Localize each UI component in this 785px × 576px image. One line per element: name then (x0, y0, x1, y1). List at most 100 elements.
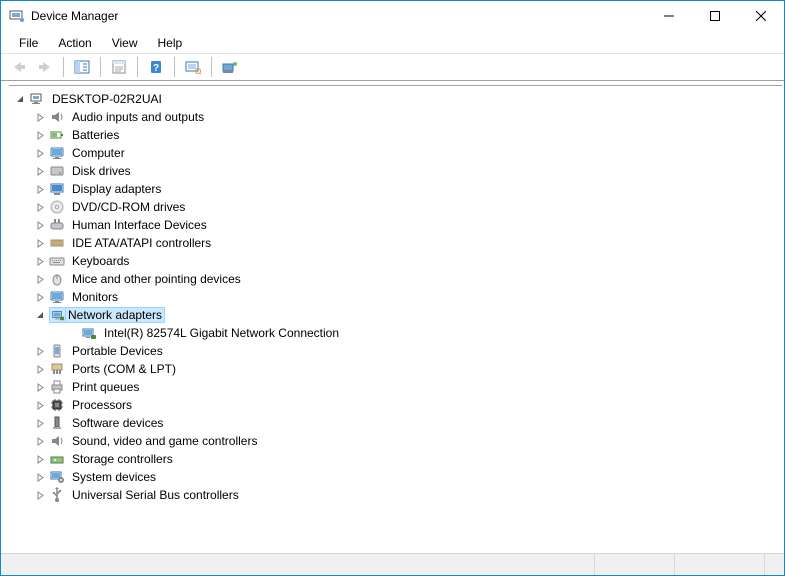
toolbar-properties-button[interactable] (107, 56, 131, 78)
tree-item[interactable]: Network adapters (9, 306, 782, 324)
toolbar-help-button[interactable]: ? (144, 56, 168, 78)
tree-item[interactable]: Processors (9, 396, 782, 414)
expand-icon[interactable] (33, 452, 47, 466)
tree-item-label: System devices (69, 469, 159, 485)
tree-item[interactable]: Print queues (9, 378, 782, 396)
tree-item[interactable]: Mice and other pointing devices (9, 270, 782, 288)
toolbar-forward-button[interactable] (33, 56, 57, 78)
menubar: File Action View Help (1, 31, 784, 53)
tree-item[interactable]: Display adapters (9, 180, 782, 198)
tree-item[interactable]: System devices (9, 468, 782, 486)
usb-icon (49, 487, 65, 503)
toolbar-separator (137, 57, 138, 77)
svg-text:?: ? (153, 63, 159, 74)
status-cell (764, 554, 784, 575)
menu-file[interactable]: File (11, 34, 46, 52)
expand-icon[interactable] (33, 290, 47, 304)
tree-item[interactable]: Portable Devices (9, 342, 782, 360)
expand-icon[interactable] (33, 380, 47, 394)
tree-item-label: Processors (69, 397, 135, 413)
tree-item-label: Print queues (69, 379, 142, 395)
tree-item-label: DVD/CD-ROM drives (69, 199, 188, 215)
expand-icon[interactable] (33, 362, 47, 376)
toolbar-separator (174, 57, 175, 77)
tree-item[interactable]: DVD/CD-ROM drives (9, 198, 782, 216)
menu-help[interactable]: Help (150, 34, 191, 52)
expand-icon[interactable] (33, 344, 47, 358)
expand-icon[interactable] (33, 200, 47, 214)
toolbar: ? (1, 53, 784, 81)
expand-icon[interactable] (33, 470, 47, 484)
status-cell (594, 554, 674, 575)
expand-icon[interactable] (33, 128, 47, 142)
expand-icon[interactable] (33, 110, 47, 124)
expand-icon[interactable] (33, 434, 47, 448)
toolbar-scan-hardware-button[interactable] (181, 56, 205, 78)
tree-item[interactable]: Storage controllers (9, 450, 782, 468)
menu-action[interactable]: Action (50, 34, 99, 52)
tree-item-label: Ports (COM & LPT) (69, 361, 179, 377)
tree-item[interactable]: Monitors (9, 288, 782, 306)
toolbar-separator (211, 57, 212, 77)
menu-view[interactable]: View (104, 34, 146, 52)
tree-item[interactable]: Keyboards (9, 252, 782, 270)
expand-icon[interactable] (33, 254, 47, 268)
ide-icon (49, 235, 65, 251)
system-icon (49, 469, 65, 485)
titlebar: Device Manager (1, 1, 784, 31)
tree-item[interactable]: Audio inputs and outputs (9, 108, 782, 126)
tree-item-label: Universal Serial Bus controllers (69, 487, 242, 503)
computer-icon (29, 91, 45, 107)
tree-item[interactable]: IDE ATA/ATAPI controllers (9, 234, 782, 252)
app-icon (9, 8, 25, 24)
tree-item-label: Keyboards (69, 253, 132, 269)
collapse-icon[interactable] (33, 308, 47, 322)
expand-icon[interactable] (33, 416, 47, 430)
expand-icon[interactable] (33, 146, 47, 160)
expand-icon[interactable] (33, 182, 47, 196)
tree-item-label: Human Interface Devices (69, 217, 210, 233)
keyboard-icon (49, 253, 65, 269)
maximize-button[interactable] (692, 1, 738, 31)
port-icon (49, 361, 65, 377)
network-icon (49, 307, 65, 323)
tree-item-label: Computer (69, 145, 128, 161)
tree-item[interactable]: Human Interface Devices (9, 216, 782, 234)
tree-item[interactable]: Computer (9, 144, 782, 162)
expand-icon[interactable] (33, 272, 47, 286)
expand-icon[interactable] (33, 218, 47, 232)
toolbar-add-hardware-button[interactable] (218, 56, 242, 78)
device-tree[interactable]: DESKTOP-02R2UAIAudio inputs and outputsB… (1, 81, 784, 553)
tree-item[interactable]: Universal Serial Bus controllers (9, 486, 782, 504)
tree-child-item[interactable]: Intel(R) 82574L Gigabit Network Connecti… (9, 324, 782, 342)
tree-item[interactable]: Batteries (9, 126, 782, 144)
close-button[interactable] (738, 1, 784, 31)
expand-icon[interactable] (33, 236, 47, 250)
status-cell (1, 554, 594, 575)
expander-placeholder (65, 326, 79, 340)
tree-item-label: Batteries (69, 127, 122, 143)
tree-item[interactable]: Sound, video and game controllers (9, 432, 782, 450)
expand-icon[interactable] (33, 488, 47, 502)
expand-icon[interactable] (33, 398, 47, 412)
software-icon (49, 415, 65, 431)
tree-item[interactable]: Disk drives (9, 162, 782, 180)
tree-item[interactable]: Ports (COM & LPT) (9, 360, 782, 378)
tree-item[interactable]: DESKTOP-02R2UAI (9, 90, 782, 108)
monitor-icon (49, 289, 65, 305)
expand-icon[interactable] (33, 164, 47, 178)
tree-item-label: Sound, video and game controllers (69, 433, 260, 449)
status-cell (674, 554, 764, 575)
collapse-icon[interactable] (13, 92, 27, 106)
tree-item-label: Software devices (69, 415, 166, 431)
storage-icon (49, 451, 65, 467)
portable-icon (49, 343, 65, 359)
toolbar-show-hide-tree-button[interactable] (70, 56, 94, 78)
nic-icon (81, 325, 97, 341)
tree-item[interactable]: Software devices (9, 414, 782, 432)
toolbar-separator (63, 57, 64, 77)
minimize-button[interactable] (646, 1, 692, 31)
tree-item-label: Monitors (69, 289, 121, 305)
tree-item-label: Network adapters (65, 307, 165, 323)
toolbar-back-button[interactable] (7, 56, 31, 78)
